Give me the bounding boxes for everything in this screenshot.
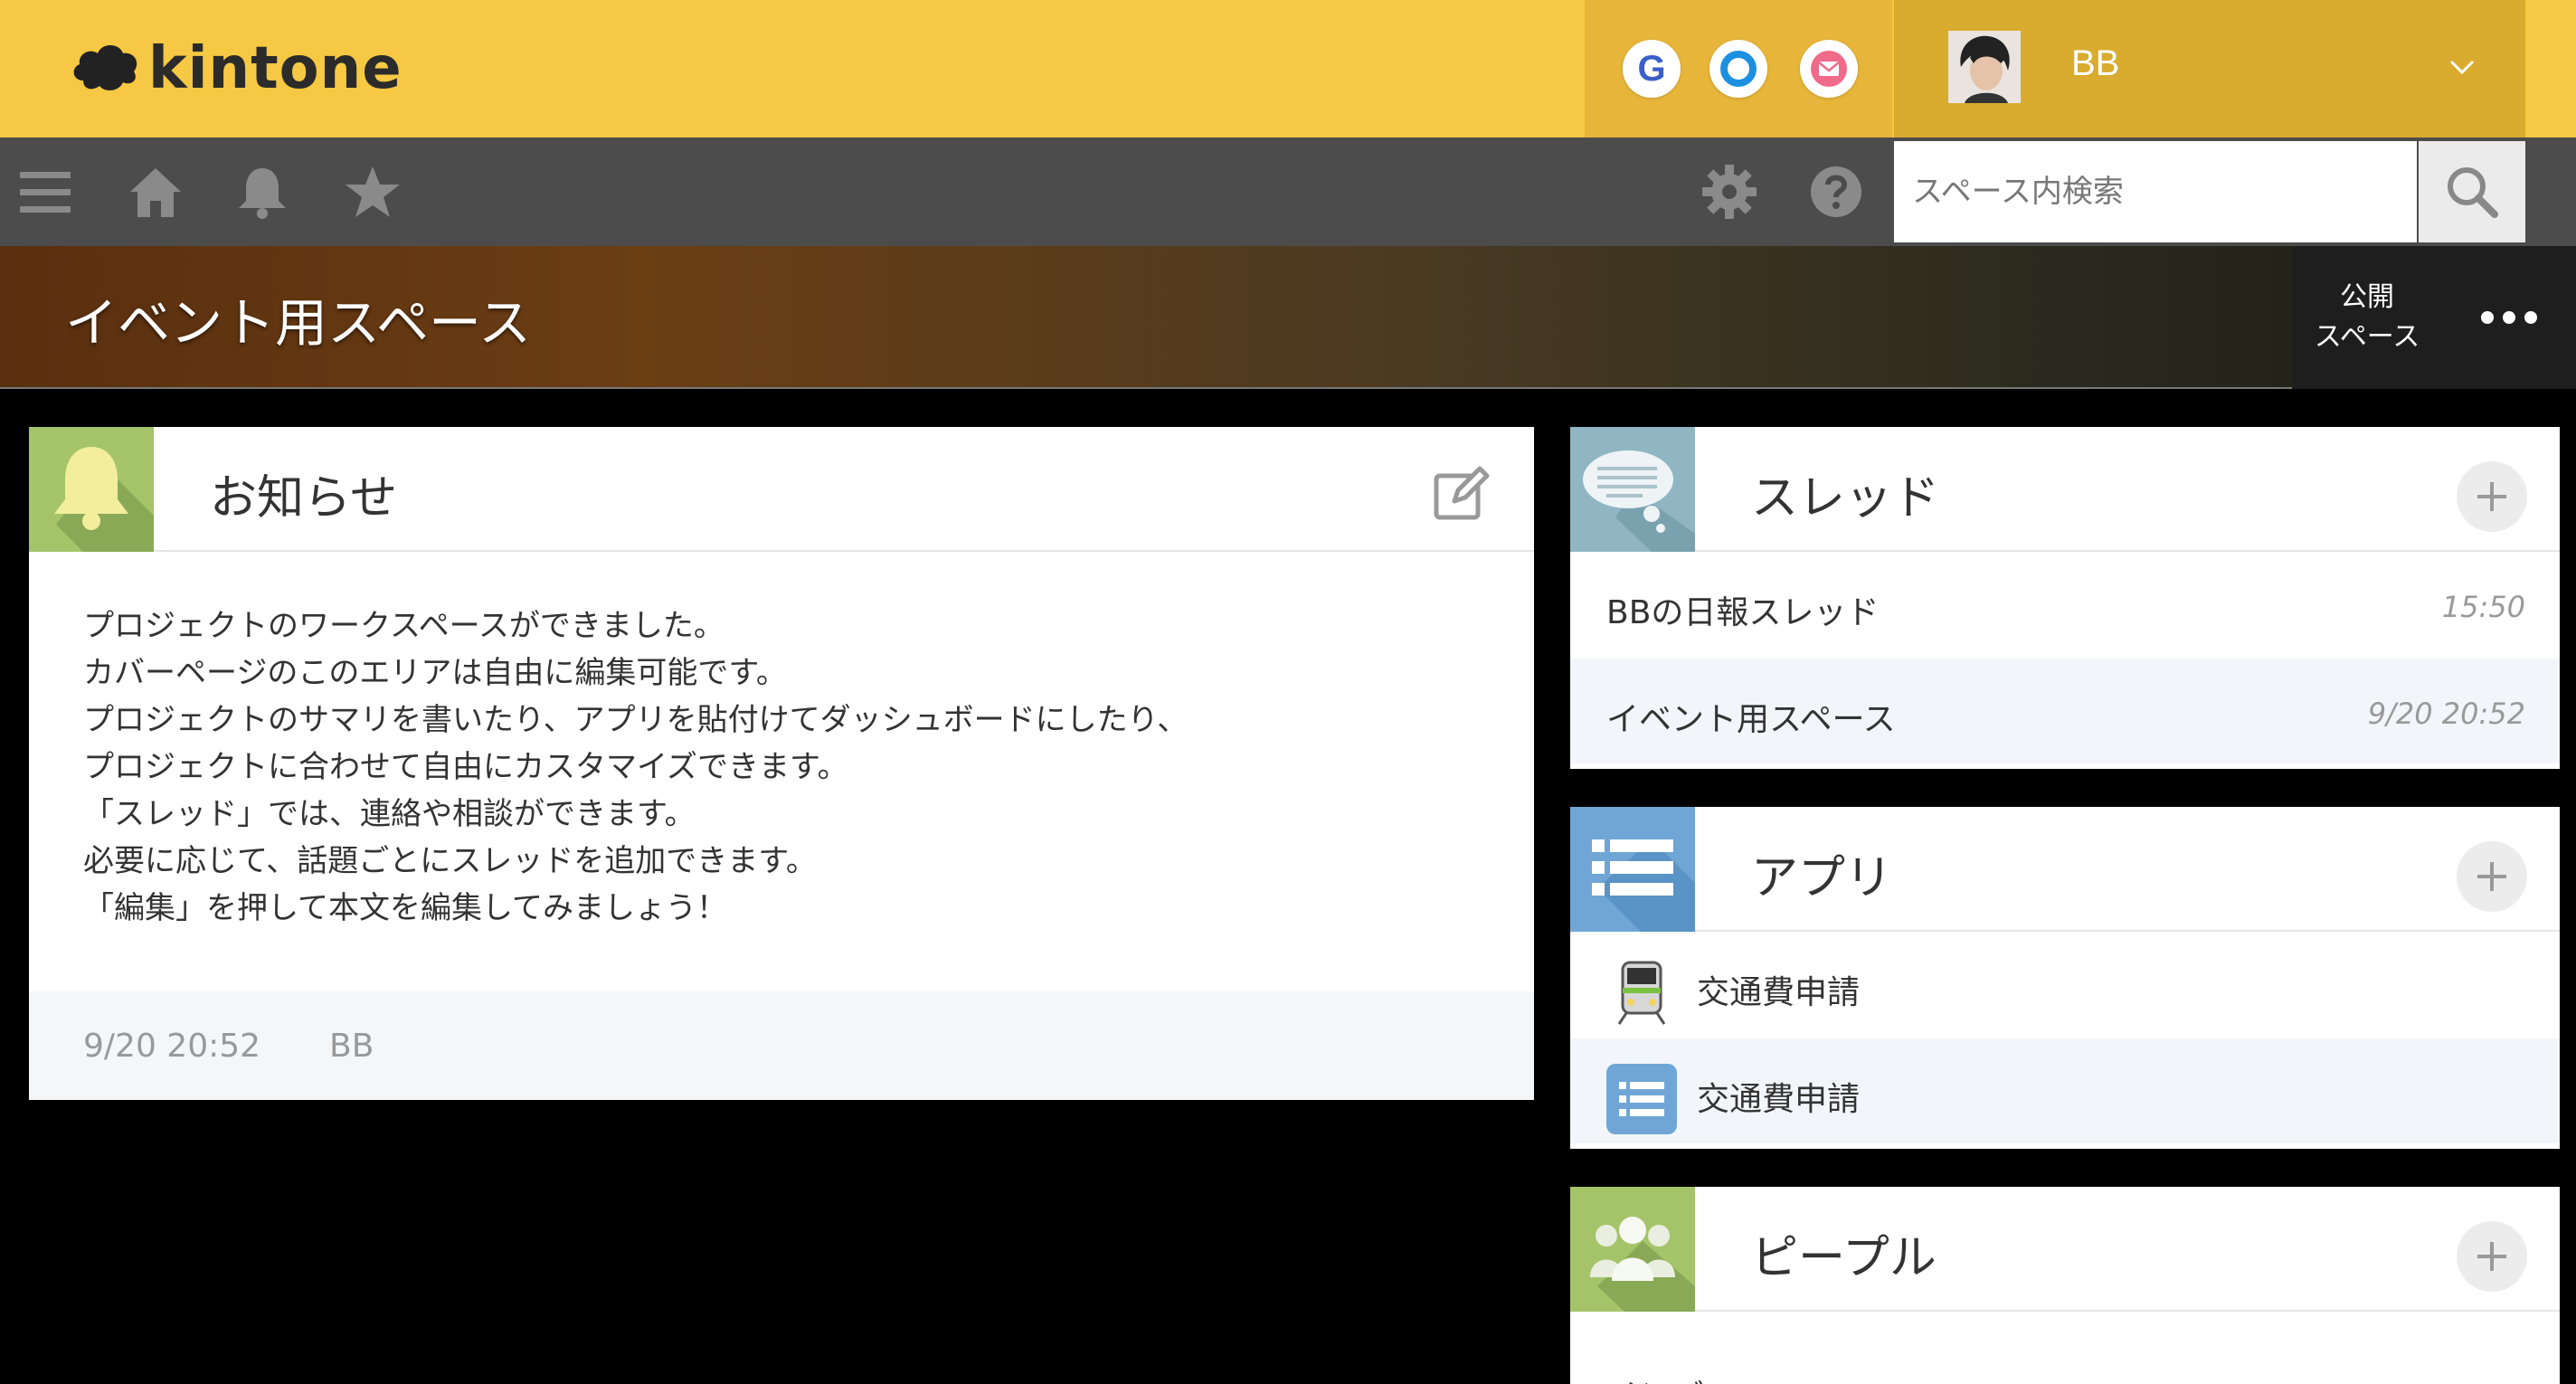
notice-panel-header: お知らせ xyxy=(29,427,1534,552)
dot xyxy=(2481,311,2494,324)
plus-icon xyxy=(2477,862,2506,891)
people-icon xyxy=(1570,1187,1695,1312)
header-edge xyxy=(2525,0,2576,137)
more-options-button[interactable] xyxy=(2442,246,2576,389)
favorite-star-icon[interactable] xyxy=(344,163,402,221)
dot xyxy=(2503,311,2515,324)
thread-title: スレッド xyxy=(1751,471,1940,526)
apps-panel: アプリ 交通費申請 交通費申請 xyxy=(1570,807,2560,1149)
kintone-logo[interactable]: kintone xyxy=(71,34,402,103)
cloud-logo-icon xyxy=(73,45,137,90)
edit-icon[interactable] xyxy=(1433,465,1491,523)
thread-row[interactable]: BBの日報スレッド 15:50 xyxy=(1570,552,2560,659)
notice-footer: 9/20 20:52 BB xyxy=(29,991,1534,1100)
app-list-icon xyxy=(1570,807,1695,932)
thread-label: イベント用スペース xyxy=(1606,701,1896,738)
avatar xyxy=(1948,31,2021,103)
notice-line: 「スレッド」では、連絡や相談ができます。 xyxy=(83,796,696,832)
badge-line-1: 公開 xyxy=(2340,281,2394,313)
notice-line: 必要に応じて、話題ごとにスレッドを追加できます。 xyxy=(83,843,817,879)
notice-author[interactable]: BB xyxy=(329,1028,374,1065)
office-icon[interactable] xyxy=(1709,40,1767,98)
space-banner: イベント用スペース xyxy=(0,246,2576,389)
mail-icon[interactable] xyxy=(1800,40,1858,98)
people-members-label[interactable]: メンバー xyxy=(1606,1370,1737,1384)
thread-time: 9/20 20:52 xyxy=(2367,697,2525,731)
bell-icon xyxy=(29,427,154,552)
notification-bell-icon[interactable] xyxy=(233,163,291,221)
notice-timestamp: 9/20 20:52 xyxy=(83,1028,261,1065)
people-title: ピープル xyxy=(1751,1231,1937,1285)
thread-panel: スレッド BBの日報スレッド 15:50 イベント用スペース 9/20 20:5… xyxy=(1570,427,2560,769)
top-header: kintone G BB xyxy=(0,0,2576,137)
app-row[interactable]: 交通費申請 xyxy=(1570,932,2560,1038)
app-label: 交通費申請 xyxy=(1697,1081,1861,1118)
apps-panel-header: アプリ xyxy=(1570,807,2560,932)
user-menu[interactable]: BB xyxy=(1894,0,2525,137)
add-people-button[interactable] xyxy=(2457,1221,2527,1292)
space-search-input[interactable] xyxy=(1894,141,2417,242)
app-label: 交通費申請 xyxy=(1697,974,1861,1011)
google-icon[interactable]: G xyxy=(1623,40,1681,98)
plus-icon xyxy=(2477,482,2506,511)
notice-title: お知らせ xyxy=(210,471,397,526)
people-panel-header: ピープル xyxy=(1570,1187,2560,1312)
app-row[interactable]: 交通費申請 xyxy=(1570,1038,2560,1145)
chevron-down-icon[interactable] xyxy=(2448,52,2477,81)
dot xyxy=(2524,311,2537,324)
service-shortcuts: G xyxy=(1585,0,1892,137)
public-space-badge: 公開 スペース xyxy=(2292,246,2442,389)
notice-line: プロジェクトに合わせて自由にカスタマイズできます。 xyxy=(83,749,848,785)
people-panel: ピープル メンバー xyxy=(1570,1187,2560,1384)
thread-time: 15:50 xyxy=(2441,590,2525,624)
thread-row[interactable]: イベント用スペース 9/20 20:52 xyxy=(1570,659,2560,765)
settings-gear-icon[interactable] xyxy=(1700,163,1758,221)
notice-line: カバーページのこのエリアは自由に編集可能です。 xyxy=(83,655,787,691)
space-title: イベント用スペース xyxy=(65,292,532,354)
speech-bubble-icon xyxy=(1570,427,1695,552)
notice-line: 「編集」を押して本文を編集してみましょう！ xyxy=(83,890,727,926)
list-icon xyxy=(1606,1064,1677,1134)
user-name: BB xyxy=(2071,43,2120,83)
notice-panel: お知らせ プロジェクトのワークスペースができました。 カバーページのこのエリアは… xyxy=(29,427,1534,1100)
home-icon[interactable] xyxy=(127,163,185,221)
menu-icon[interactable] xyxy=(16,163,74,221)
add-thread-button[interactable] xyxy=(2457,461,2527,532)
search-button[interactable] xyxy=(2419,141,2525,242)
train-icon xyxy=(1606,957,1677,1028)
notice-line: プロジェクトのワークスペースができました。 xyxy=(83,608,724,644)
thread-label: BBの日報スレッド xyxy=(1606,594,1880,631)
search-icon xyxy=(2448,167,2498,218)
notice-line: プロジェクトのサマリを書いたり、アプリを貼付けてダッシュボードにしたり、 xyxy=(83,702,1189,738)
plus-icon xyxy=(2477,1242,2506,1271)
badge-line-2: スペース xyxy=(2314,321,2420,353)
notice-body: プロジェクトのワークスペースができました。 カバーページのこのエリアは自由に編集… xyxy=(29,552,1534,986)
apps-title: アプリ xyxy=(1751,851,1893,905)
thread-panel-header: スレッド xyxy=(1570,427,2560,552)
help-icon[interactable] xyxy=(1807,163,1865,221)
logo-text: kintone xyxy=(148,35,402,102)
add-app-button[interactable] xyxy=(2457,841,2527,912)
